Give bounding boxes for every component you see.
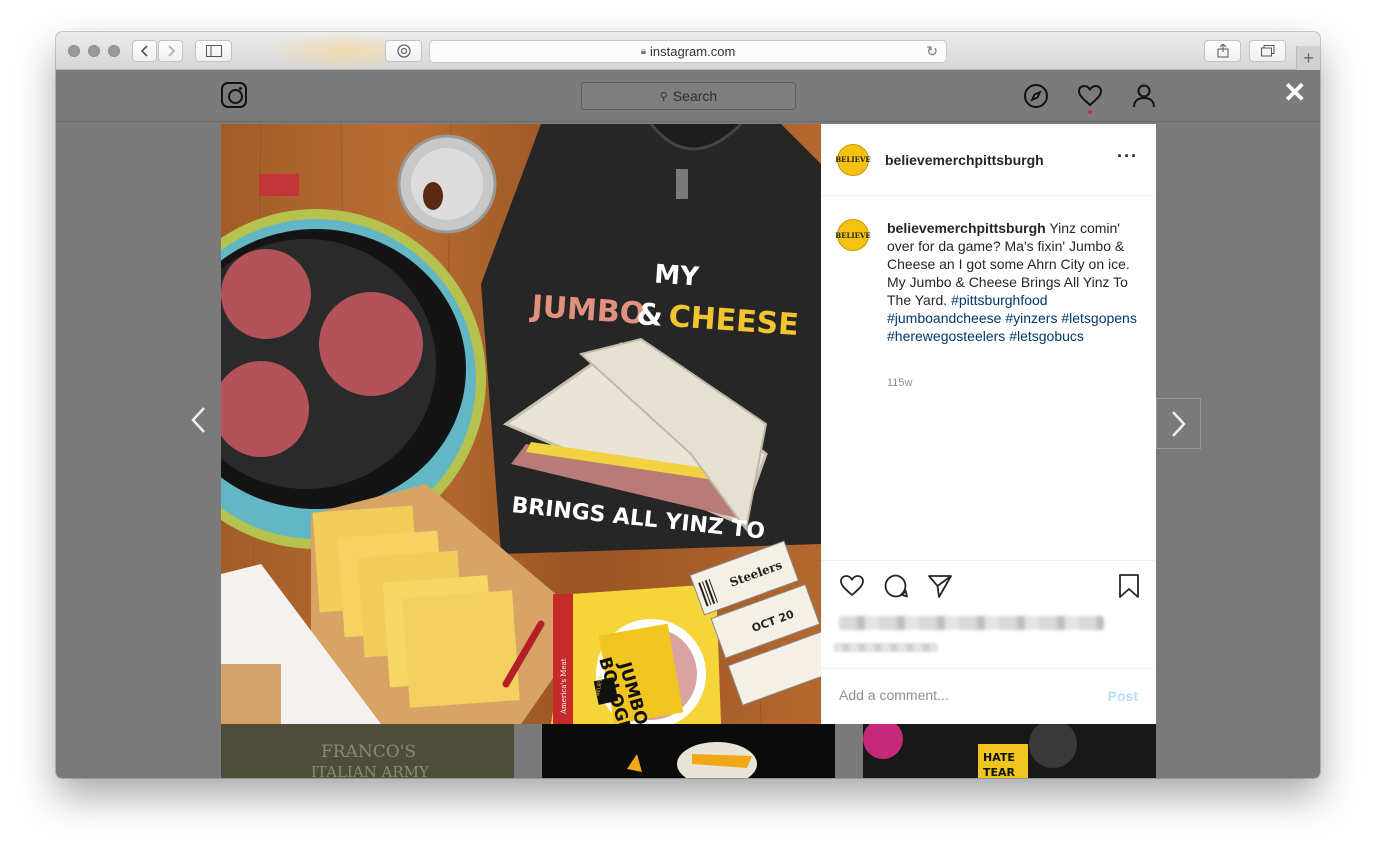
search-placeholder: Search <box>672 88 718 104</box>
key-circle-icon <box>396 44 411 58</box>
search-icon: ⚲ <box>659 90 668 103</box>
search-input[interactable]: ⚲ Search <box>581 82 796 110</box>
caption-avatar[interactable]: BELIEVE <box>835 219 871 251</box>
shirt-text-amp: & <box>635 297 664 334</box>
browser-window: 🔒︎ instagram.com ↻ + ⚲ Search ✕ MY JUMBO… <box>56 32 1320 778</box>
new-tab-button[interactable]: + <box>1296 46 1320 70</box>
post-comment-button[interactable]: Post <box>1108 688 1138 704</box>
lock-icon: 🔒︎ <box>640 46 647 57</box>
thumb-text: FRANCO'S <box>321 742 416 762</box>
hashtag-link[interactable]: #letsgobucs <box>1009 328 1084 344</box>
sidebar-icon <box>205 45 222 57</box>
chevron-left-icon <box>140 45 148 57</box>
thumb-text: HATE <box>983 751 1015 764</box>
hashtag-link[interactable]: #yinzers <box>1005 310 1057 326</box>
shirt-text-my: MY <box>653 259 701 292</box>
post-time-ago[interactable]: 115w <box>887 377 912 389</box>
previous-post-button[interactable] <box>190 406 206 442</box>
post-caption: BELIEVE believemerchpittsburgh Yinz comi… <box>835 219 1142 345</box>
zoom-window-button[interactable] <box>108 45 120 57</box>
post-username[interactable]: believemerchpittsburgh <box>885 152 1044 168</box>
address-bar[interactable]: 🔒︎ instagram.com ↻ <box>429 40 947 63</box>
close-window-button[interactable] <box>68 45 80 57</box>
chevron-left-icon <box>191 407 205 433</box>
chevron-right-icon <box>167 45 175 57</box>
close-modal-button[interactable]: ✕ <box>1283 79 1306 107</box>
hashtag-link[interactable]: #herewegosteelers <box>887 328 1005 344</box>
bookmark-icon[interactable] <box>1116 573 1142 599</box>
browser-toolbar: 🔒︎ instagram.com ↻ + <box>56 32 1320 70</box>
hashtag-link[interactable]: #jumboandcheese <box>887 310 1001 326</box>
post-photo: MY JUMBO & CHEESE BRINGS ALL YINZ TO JUM… <box>221 124 821 724</box>
url-text: instagram.com <box>650 44 736 59</box>
thumb-text: TEAR <box>983 766 1016 778</box>
date-blurred <box>833 643 938 652</box>
instagram-logo-icon[interactable] <box>221 82 247 108</box>
comment-input[interactable] <box>839 687 1089 703</box>
back-button[interactable] <box>132 40 157 62</box>
heart-icon[interactable] <box>1077 83 1103 109</box>
post-actions <box>821 560 1156 668</box>
next-post-button[interactable] <box>1156 398 1201 449</box>
reload-icon[interactable]: ↻ <box>926 43 938 60</box>
compass-icon[interactable] <box>1023 83 1049 109</box>
grid-thumbnail[interactable]: HATE TEAR <box>863 724 1156 778</box>
password-button[interactable] <box>385 40 422 62</box>
hashtag-link[interactable]: #letsgopens <box>1061 310 1137 326</box>
avatar[interactable]: BELIEVE <box>835 143 871 176</box>
grid-thumbnail[interactable] <box>542 724 835 778</box>
likes-blurred <box>839 616 1104 630</box>
comment-box: Post <box>821 668 1156 724</box>
comment-bubble-icon[interactable] <box>883 573 909 599</box>
share-button[interactable] <box>1204 40 1241 62</box>
more-options-button[interactable]: ··· <box>1117 146 1138 167</box>
profile-icon[interactable] <box>1131 83 1157 109</box>
tabs-icon <box>1260 45 1274 57</box>
share-send-icon[interactable] <box>927 573 953 599</box>
tabs-overview-button[interactable] <box>1249 40 1286 62</box>
forward-button[interactable] <box>158 40 183 62</box>
thumb-text: ITALIAN ARMY <box>311 763 430 778</box>
pack-side-text: America's Meat <box>560 658 568 715</box>
post-header: BELIEVE believemerchpittsburgh ··· <box>821 124 1156 196</box>
minimize-window-button[interactable] <box>88 45 100 57</box>
instagram-nav: ⚲ Search <box>56 70 1320 122</box>
grid-thumbnail[interactable]: FRANCO'S ITALIAN ARMY <box>221 724 514 778</box>
notification-dot <box>1088 110 1092 114</box>
sidebar-toggle-button[interactable] <box>195 40 232 62</box>
hashtag-link[interactable]: #pittsburghfood <box>951 292 1048 308</box>
share-icon <box>1217 44 1228 58</box>
caption-username[interactable]: believemerchpittsburgh <box>887 220 1046 236</box>
caption-text-block: believemerchpittsburgh Yinz comin' over … <box>887 219 1141 345</box>
like-heart-icon[interactable] <box>839 573 865 599</box>
post-details-panel: BELIEVE believemerchpittsburgh ··· BELIE… <box>821 124 1156 724</box>
chevron-right-icon <box>1171 410 1186 437</box>
